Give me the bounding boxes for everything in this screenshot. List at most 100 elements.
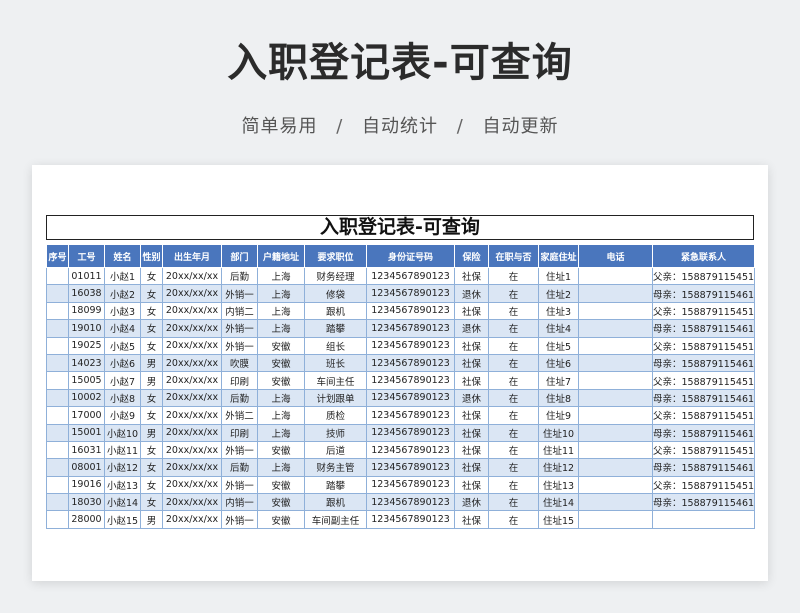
- table-cell[interactable]: 16038: [68, 284, 105, 303]
- table-cell[interactable]: 1234567890123: [366, 493, 455, 512]
- table-cell[interactable]: 20xx/xx/xx: [162, 440, 222, 460]
- table-cell[interactable]: 小赵13: [104, 475, 141, 495]
- table-cell[interactable]: [46, 301, 69, 321]
- column-header[interactable]: 姓名: [104, 244, 141, 268]
- table-cell[interactable]: 住址5: [538, 336, 579, 355]
- table-cell[interactable]: 技师: [304, 423, 367, 442]
- table-cell[interactable]: 退休: [454, 319, 489, 338]
- table-cell[interactable]: 女: [140, 336, 163, 355]
- table-cell[interactable]: [46, 284, 69, 303]
- table-cell[interactable]: 住址2: [538, 284, 579, 303]
- column-header[interactable]: 序号: [46, 244, 69, 268]
- table-cell[interactable]: 社保: [454, 458, 489, 477]
- table-cell[interactable]: 1234567890123: [366, 266, 455, 286]
- column-header[interactable]: 电话: [578, 244, 653, 268]
- table-cell[interactable]: 社保: [454, 440, 489, 460]
- table-cell[interactable]: 女: [140, 458, 163, 477]
- table-cell[interactable]: 外销一: [221, 319, 258, 338]
- table-cell[interactable]: 后勤: [221, 458, 258, 477]
- table-cell[interactable]: 上海: [257, 266, 305, 286]
- table-cell[interactable]: 01011: [68, 266, 105, 286]
- table-cell[interactable]: 安徽: [257, 510, 305, 529]
- table-cell[interactable]: 19010: [68, 319, 105, 338]
- table-cell[interactable]: 后勤: [221, 388, 258, 408]
- table-cell[interactable]: 安徽: [257, 336, 305, 355]
- table-cell[interactable]: 上海: [257, 301, 305, 321]
- table-cell[interactable]: 在: [488, 301, 539, 321]
- table-cell[interactable]: 小赵9: [104, 406, 141, 425]
- column-header[interactable]: 性别: [140, 244, 163, 268]
- table-cell[interactable]: 社保: [454, 336, 489, 355]
- table-cell[interactable]: 上海: [257, 406, 305, 425]
- table-cell[interactable]: 女: [140, 301, 163, 321]
- table-cell[interactable]: 在: [488, 423, 539, 442]
- table-cell[interactable]: 母亲：158879115461: [652, 388, 755, 408]
- table-cell[interactable]: 住址10: [538, 423, 579, 442]
- table-cell[interactable]: 小赵2: [104, 284, 141, 303]
- table-cell[interactable]: 20xx/xx/xx: [162, 510, 222, 529]
- table-cell[interactable]: 上海: [257, 284, 305, 303]
- column-header[interactable]: 家庭住址: [538, 244, 579, 268]
- table-cell[interactable]: 1234567890123: [366, 475, 455, 495]
- table-cell[interactable]: 母亲：158879115461: [652, 353, 755, 373]
- table-cell[interactable]: 踏攀: [304, 475, 367, 495]
- table-cell[interactable]: 外销二: [221, 406, 258, 425]
- table-cell[interactable]: 父亲：15887911545​1: [652, 266, 755, 286]
- table-cell[interactable]: 男: [140, 510, 163, 529]
- table-cell[interactable]: 财务主管: [304, 458, 367, 477]
- table-cell[interactable]: 印刷: [221, 423, 258, 442]
- table-cell[interactable]: 在: [488, 319, 539, 338]
- table-cell[interactable]: [578, 458, 653, 477]
- table-cell[interactable]: 质检: [304, 406, 367, 425]
- table-cell[interactable]: 退休: [454, 388, 489, 408]
- table-cell[interactable]: 10002: [68, 388, 105, 408]
- table-cell[interactable]: 母亲：158879115461: [652, 458, 755, 477]
- table-cell[interactable]: 母亲：158879115461: [652, 493, 755, 512]
- table-cell[interactable]: 女: [140, 284, 163, 303]
- column-header[interactable]: 出生年月: [162, 244, 222, 268]
- column-header[interactable]: 户籍地址: [257, 244, 305, 268]
- table-cell[interactable]: 退休: [454, 493, 489, 512]
- table-cell[interactable]: 小赵8: [104, 388, 141, 408]
- table-cell[interactable]: 1234567890123: [366, 353, 455, 373]
- table-cell[interactable]: 母亲：158879115461: [652, 423, 755, 442]
- column-header[interactable]: 紧急联系人: [652, 244, 755, 268]
- table-cell[interactable]: 小赵15: [104, 510, 141, 529]
- table-cell[interactable]: 计划跟单: [304, 388, 367, 408]
- table-cell[interactable]: 19016: [68, 475, 105, 495]
- table-cell[interactable]: 小赵14: [104, 493, 141, 512]
- table-cell[interactable]: 母亲：158879115461: [652, 284, 755, 303]
- table-cell[interactable]: 男: [140, 371, 163, 390]
- column-header[interactable]: 工号: [68, 244, 105, 268]
- table-cell[interactable]: [578, 319, 653, 338]
- table-cell[interactable]: 内销一: [221, 493, 258, 512]
- table-cell[interactable]: 18099: [68, 301, 105, 321]
- column-header[interactable]: 在职与否: [488, 244, 539, 268]
- table-cell[interactable]: 内销二: [221, 301, 258, 321]
- table-cell[interactable]: 小赵10: [104, 423, 141, 442]
- table-cell[interactable]: 女: [140, 493, 163, 512]
- table-cell[interactable]: 安徽: [257, 353, 305, 373]
- table-cell[interactable]: 跟机: [304, 493, 367, 512]
- table-cell[interactable]: 小赵1: [104, 266, 141, 286]
- table-cell[interactable]: 车间副主任: [304, 510, 367, 529]
- table-cell[interactable]: 20xx/xx/xx: [162, 423, 222, 442]
- table-cell[interactable]: 1234567890123: [366, 423, 455, 442]
- column-header[interactable]: 身份证号码: [366, 244, 455, 268]
- table-cell[interactable]: [46, 510, 69, 529]
- table-cell[interactable]: 住址1: [538, 266, 579, 286]
- table-cell[interactable]: 后勤: [221, 266, 258, 286]
- table-cell[interactable]: 14023: [68, 353, 105, 373]
- table-cell[interactable]: 上海: [257, 319, 305, 338]
- table-cell[interactable]: 在: [488, 406, 539, 425]
- table-cell[interactable]: 小赵11: [104, 440, 141, 460]
- table-cell[interactable]: 在: [488, 284, 539, 303]
- table-cell[interactable]: 父亲：158879115451: [652, 475, 755, 495]
- table-cell[interactable]: 男: [140, 353, 163, 373]
- column-header[interactable]: 部门: [221, 244, 258, 268]
- table-cell[interactable]: [578, 388, 653, 408]
- table-cell[interactable]: [578, 406, 653, 425]
- table-cell[interactable]: 女: [140, 406, 163, 425]
- table-cell[interactable]: 安徽: [257, 440, 305, 460]
- table-cell[interactable]: [578, 353, 653, 373]
